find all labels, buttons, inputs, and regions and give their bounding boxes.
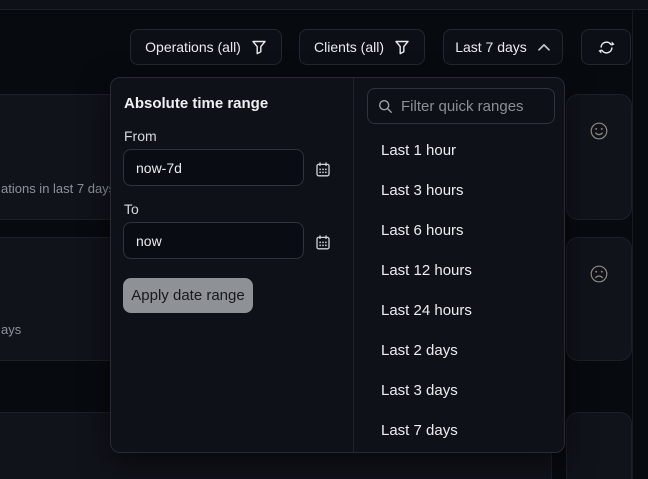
quick-range-option-last-2-days[interactable]: Last 2 days [353,331,565,371]
status-card-row2 [566,237,632,361]
quick-range-option-last-7-days[interactable]: Last 7 days [353,411,565,451]
quick-range-search [367,88,555,124]
status-card-row1 [566,94,632,220]
quick-range-option-last-3-hours[interactable]: Last 3 hours [353,171,565,211]
status-card-row3 [566,412,632,479]
card-caption-fragment: ations in last 7 days [1,181,115,196]
time-range-label: Last 7 days [455,39,527,55]
apply-date-range-button[interactable]: Apply date range [123,278,253,313]
funnel-icon [394,39,410,55]
refresh-icon [598,39,615,56]
quick-range-option-last-24-hours[interactable]: Last 24 hours [353,291,565,331]
to-label: To [124,201,139,217]
time-range-button[interactable]: Last 7 days [443,29,563,65]
from-calendar-icon[interactable] [315,159,335,179]
to-input[interactable] [123,222,304,259]
quick-range-option-last-3-days[interactable]: Last 3 days [353,371,565,411]
clients-filter-button[interactable]: Clients (all) [299,29,425,65]
to-calendar-icon[interactable] [315,232,335,252]
time-range-picker-panel: Absolute time range From To [110,77,565,453]
from-label: From [124,128,157,144]
from-input[interactable] [123,149,304,186]
quick-range-option-last-12-hours[interactable]: Last 12 hours [353,251,565,291]
refresh-button[interactable] [581,29,631,65]
clients-filter-label: Clients (all) [314,39,384,55]
chevron-up-icon [537,43,551,52]
page-header-edge [0,0,648,10]
funnel-icon [251,39,267,55]
frowny-face-icon [590,265,608,283]
operations-filter-label: Operations (all) [145,39,241,55]
absolute-range-heading: Absolute time range [124,95,268,112]
operations-filter-button[interactable]: Operations (all) [130,29,282,65]
content-right-edge [632,10,633,479]
dashboard-screen: ations in last 7 days ays Operati [0,0,648,479]
smiley-face-icon [590,122,608,140]
quick-range-option-last-6-hours[interactable]: Last 6 hours [353,211,565,251]
card-caption-fragment: ays [1,322,21,337]
quick-range-search-input[interactable] [401,98,544,115]
search-icon [378,99,393,114]
quick-range-option-last-1-hour[interactable]: Last 1 hour [353,131,565,171]
quick-range-list: Last 1 hour Last 3 hours Last 6 hours La… [353,131,565,451]
